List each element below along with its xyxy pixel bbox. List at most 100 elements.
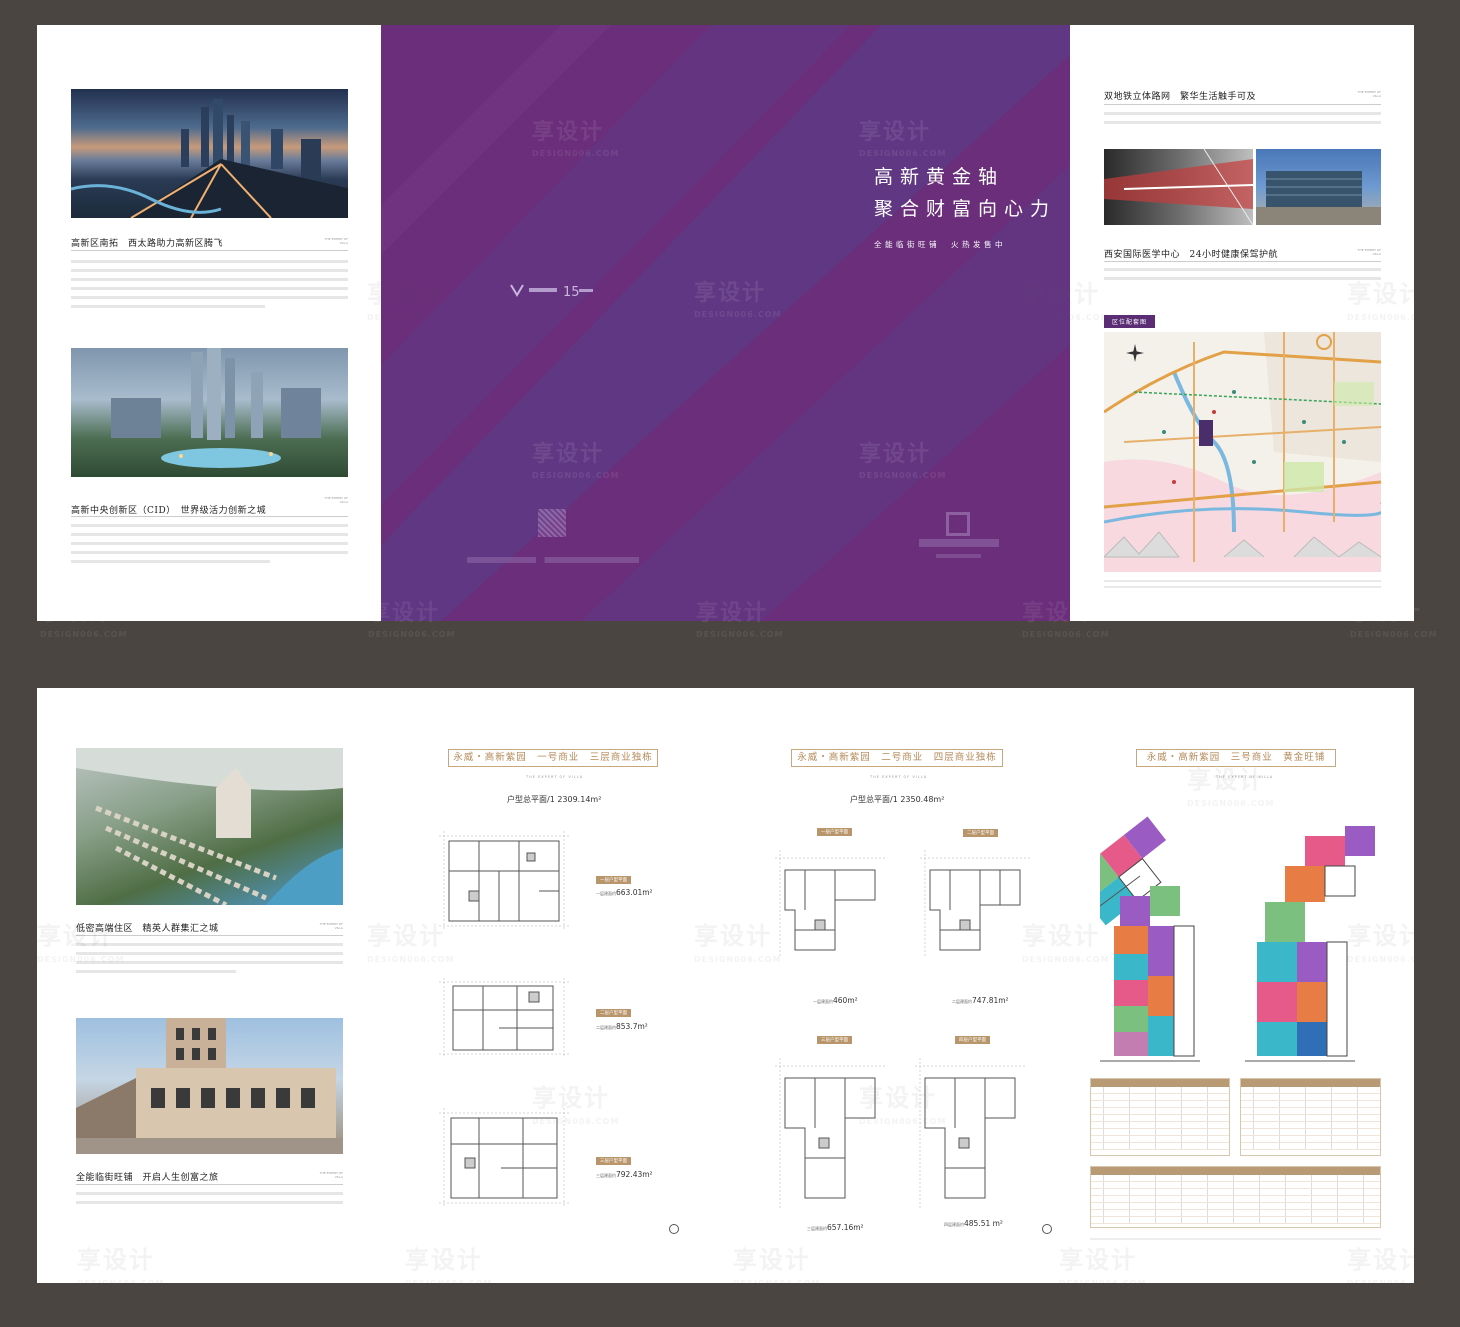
body-text-lines: [71, 521, 348, 569]
watermark: 享设计DESIGN006.COM: [367, 921, 455, 965]
watermark: 享设计DESIGN006.COM: [77, 1245, 163, 1284]
plan3-colored-plan-a: [1070, 816, 1250, 1066]
bottom-left-panel: 低密高端住区 精英人群集汇之城 THE EXPERT OF VILLA 全能临街…: [37, 688, 381, 1283]
cid-render-photo: [71, 348, 348, 477]
plan1-floor1-drawing: [439, 831, 569, 929]
expert-label: THE EXPERT OF VILLA: [1357, 90, 1381, 98]
section-title-medical: 西安国际医学中心 24小时健康保驾护航: [1104, 250, 1278, 260]
watermark: 享设计DESIGN006.COM: [859, 1083, 947, 1127]
plan1-floor3-area: 三层建面约792.43m²: [596, 1170, 653, 1179]
plan2-subtitle: THE EXPERT OF VILLA: [870, 775, 928, 779]
plan2-total-area: 户型总平面/1 2350.48m²: [850, 795, 945, 804]
top-left-panel: 高新区南拓 西太路助力高新区腾飞 THE EXPERT OF VILLA 高新中…: [37, 25, 381, 621]
plan2-floor4-tag: 四层户型平面: [955, 1036, 990, 1044]
sales-table-1: [1090, 1078, 1230, 1156]
map-footnote: [1104, 577, 1381, 592]
plan1-floor1-area: 一层建面约663.01m²: [596, 888, 653, 897]
watermark: 享设计DESIGN006.COM: [532, 119, 620, 158]
expert-label: THE EXPERT OF VILLA: [324, 496, 348, 504]
plan2-panel: 永威・高新紫园 二号商业 四层商业独栋 THE EXPERT OF VILLA …: [725, 688, 1069, 1283]
hospital-photo: [1256, 149, 1381, 225]
watermark: 享设计DESIGN006.COM: [1347, 1245, 1414, 1284]
plan1-floor1-tag: 一层户型平面: [596, 876, 631, 884]
watermark: 享设计DESIGN006.COM: [1022, 600, 1110, 639]
watermark: 享设计DESIGN006.COM: [1187, 765, 1275, 809]
bottom-spread: 低密高端住区 精英人群集汇之城 THE EXPERT OF VILLA 全能临街…: [37, 688, 1414, 1283]
plan2-floor2-drawing: [920, 850, 1030, 958]
sales-table-3: [1090, 1166, 1381, 1228]
watermark: 享设计DESIGN006.COM: [1350, 600, 1438, 639]
project-logo: [919, 539, 999, 547]
plan2-floor1-drawing: [775, 850, 885, 958]
north-arrow-icon: [1042, 1224, 1052, 1234]
qr-code-icon: [946, 512, 970, 536]
plan1-floor2-area: 二层建面约853.7m²: [596, 1022, 648, 1031]
sales-table-2: [1240, 1078, 1381, 1156]
plan1-panel: 永威・高新紫园 一号商业 三层商业独栋 THE EXPERT OF VILLA …: [381, 688, 725, 1283]
watermark: 享设计DESIGN006.COM: [1347, 279, 1414, 323]
section-title-cid: 高新中央创新区（CID） 世界级活力创新之城: [71, 506, 267, 516]
watermark: 享设计DESIGN006.COM: [694, 921, 782, 965]
watermark: 享设计DESIGN006.COM: [405, 1245, 491, 1284]
body-text-lines: [1104, 265, 1381, 286]
plan1-subtitle: THE EXPERT OF VILLA: [526, 775, 584, 779]
watermark: 享设计DESIGN006.COM: [1059, 1245, 1145, 1284]
footnote-line: [1090, 1238, 1381, 1240]
divider: [76, 1184, 343, 1185]
villa-aerial-photo: [76, 748, 343, 905]
svg-text:15: 15: [563, 285, 580, 300]
watermark: 享设计DESIGN006.COM: [532, 441, 620, 480]
slogan-line-1: 高新黄金轴: [874, 166, 1005, 188]
expert-label: THE EXPERT OF VILLA: [319, 1171, 343, 1179]
section-title-metro: 双地铁立体路网 繁华生活触手可及: [1104, 92, 1257, 102]
section-title-south-expansion: 高新区南拓 西太路助力高新区腾飞: [71, 239, 224, 249]
divider: [71, 516, 348, 517]
map-label-badge: 区位配套图: [1104, 315, 1156, 328]
body-text-lines: [71, 257, 348, 314]
metro-photo: [1104, 149, 1253, 225]
city-night-photo: [71, 89, 348, 218]
expert-label: THE EXPERT OF VILLA: [324, 237, 348, 245]
body-text-lines: [1104, 109, 1381, 130]
divider: [71, 250, 348, 251]
brand-logo: 15: [507, 281, 597, 301]
watermark: 享设计DESIGN006.COM: [696, 600, 784, 639]
sales-tagline: 全能临街旺铺 火热发售中: [874, 240, 1006, 249]
divider: [1104, 104, 1381, 105]
watermark: 享设计DESIGN006.COM: [859, 441, 947, 480]
watermark: 享设计DESIGN006.COM: [37, 921, 125, 965]
watermark: 享设计DESIGN006.COM: [40, 600, 128, 639]
slogan-line-2: 聚合财富向心力: [874, 198, 1057, 220]
plan2-floor4-area: 四层建面约485.51 m²: [944, 1219, 1003, 1228]
plan2-floor2-area: 二层建面约747.81m²: [952, 996, 1009, 1005]
watermark: 享设计DESIGN006.COM: [367, 279, 455, 323]
plan2-floor2-tag: 二层户型平面: [963, 829, 998, 837]
watermark: 享设计DESIGN006.COM: [1022, 279, 1110, 323]
section-title-shops: 全能临街旺铺 开启人生创富之旅: [76, 1173, 219, 1183]
top-spread: 高新区南拓 西太路助力高新区腾飞 THE EXPERT OF VILLA 高新中…: [37, 25, 1414, 621]
plan2-floor3-area: 三层建面约657.16m²: [807, 1223, 864, 1232]
body-text-lines: [76, 1189, 343, 1210]
watermark: 享设计DESIGN006.COM: [1022, 921, 1110, 965]
location-map: [1104, 332, 1381, 572]
watermark: 享设计DESIGN006.COM: [368, 600, 456, 639]
watermark: 享设计DESIGN006.COM: [859, 119, 947, 158]
plan2-title: 永威・高新紫园 二号商业 四层商业独栋: [791, 749, 1003, 767]
compass-icon: [1126, 344, 1144, 362]
qr-code-icon: [538, 509, 566, 537]
plan1-title: 永威・高新紫园 一号商业 三层商业独栋: [448, 749, 658, 767]
plan1-floor2-tag: 二层户型平面: [596, 1009, 631, 1017]
street-shops-photo: [76, 1018, 343, 1154]
plan1-total-area: 户型总平面/1 2309.14m²: [507, 795, 602, 804]
watermark: 享设计DESIGN006.COM: [733, 1245, 819, 1284]
project-logo-sub: [936, 554, 981, 558]
expert-label: THE EXPERT OF VILLA: [1357, 248, 1381, 256]
plan2-floor1-tag: 一层户型平面: [817, 828, 852, 836]
plan1-floor2-drawing: [439, 978, 569, 1058]
divider: [1104, 261, 1381, 262]
north-arrow-icon: [669, 1224, 679, 1234]
plan1-floor3-tag: 三层户型平面: [596, 1157, 631, 1165]
plan2-floor3-tag: 三层户型平面: [817, 1036, 852, 1044]
watermark: 享设计DESIGN006.COM: [532, 1083, 620, 1127]
expert-label: THE EXPERT OF VILLA: [319, 922, 343, 930]
